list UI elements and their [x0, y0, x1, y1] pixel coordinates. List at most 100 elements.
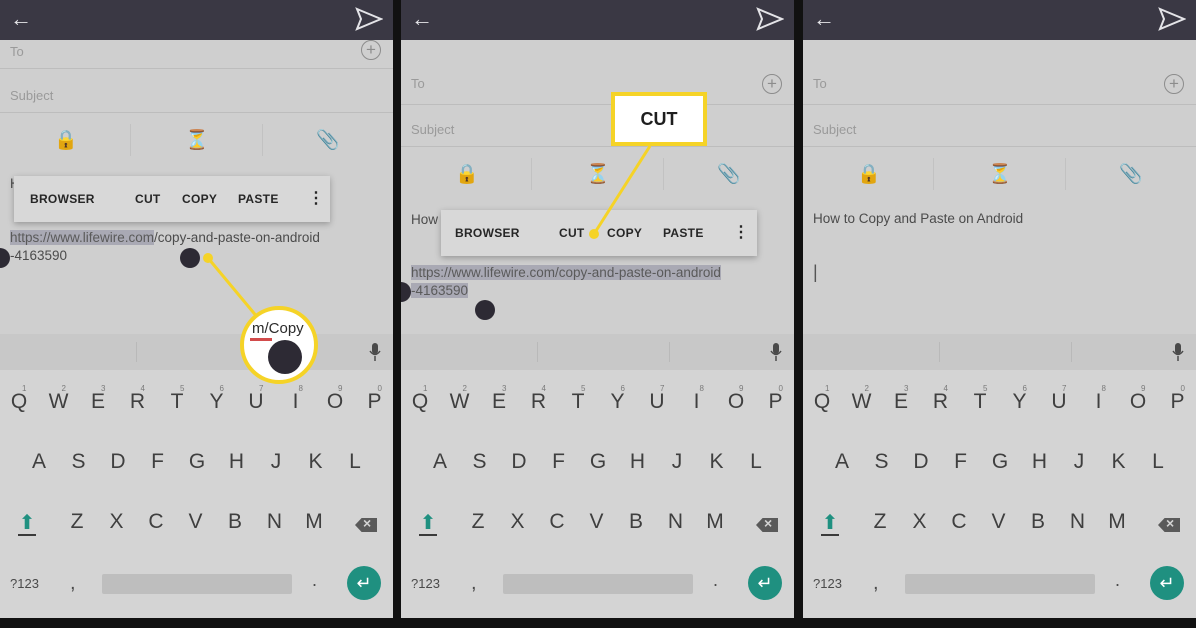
- key-i[interactable]: I8: [682, 384, 712, 414]
- key-w[interactable]: W2: [445, 384, 475, 414]
- key-r[interactable]: R4: [524, 384, 554, 414]
- shift-key-icon[interactable]: ⬆: [16, 510, 38, 536]
- more-options-icon[interactable]: ⋮: [733, 222, 749, 242]
- email-body-text[interactable]: How to Copy and Paste on Android: [813, 211, 1023, 226]
- key-g[interactable]: G: [985, 450, 1015, 474]
- shift-key-icon[interactable]: ⬆: [417, 510, 439, 536]
- comma-key[interactable]: ,: [70, 572, 76, 595]
- key-b[interactable]: B: [220, 510, 250, 534]
- space-bar[interactable]: [503, 574, 693, 594]
- key-o[interactable]: O9: [1123, 384, 1153, 414]
- key-k[interactable]: K: [1104, 450, 1134, 474]
- key-f[interactable]: F: [143, 450, 173, 474]
- selection-start-handle[interactable]: [0, 248, 10, 268]
- add-contact-icon[interactable]: +: [1164, 74, 1184, 94]
- selection-end-handle[interactable]: [180, 248, 200, 268]
- microphone-icon[interactable]: [369, 342, 381, 362]
- period-key[interactable]: .: [1115, 570, 1120, 591]
- key-a[interactable]: A: [24, 450, 54, 474]
- key-k[interactable]: K: [702, 450, 732, 474]
- key-q[interactable]: Q1: [4, 384, 34, 414]
- add-contact-icon[interactable]: +: [762, 74, 782, 94]
- period-key[interactable]: .: [312, 570, 317, 591]
- key-q[interactable]: Q1: [405, 384, 435, 414]
- key-m[interactable]: M: [299, 510, 329, 534]
- key-j[interactable]: J: [261, 450, 291, 474]
- key-t[interactable]: T5: [563, 384, 593, 414]
- key-f[interactable]: F: [946, 450, 976, 474]
- enter-key-icon[interactable]: ↵: [1150, 566, 1184, 600]
- key-n[interactable]: N: [1063, 510, 1093, 534]
- comma-key[interactable]: ,: [873, 572, 879, 595]
- key-o[interactable]: O9: [721, 384, 751, 414]
- key-l[interactable]: L: [741, 450, 771, 474]
- send-icon[interactable]: [355, 6, 383, 32]
- cut-menu-item[interactable]: CUT: [135, 192, 161, 206]
- key-c[interactable]: C: [141, 510, 171, 534]
- backspace-key-icon[interactable]: [1158, 518, 1180, 532]
- paste-menu-item[interactable]: PASTE: [238, 192, 279, 206]
- attachment-icon[interactable]: 📎: [316, 130, 340, 152]
- key-o[interactable]: O9: [320, 384, 350, 414]
- key-i[interactable]: I8: [281, 384, 311, 414]
- lock-icon[interactable]: 🔒: [857, 164, 881, 186]
- selection-start-handle[interactable]: [401, 282, 411, 302]
- key-u[interactable]: U7: [1044, 384, 1074, 414]
- period-key[interactable]: .: [713, 570, 718, 591]
- symbols-key[interactable]: ?123: [813, 576, 842, 591]
- more-options-icon[interactable]: ⋮: [308, 188, 324, 208]
- back-arrow-icon[interactable]: ←: [409, 6, 435, 32]
- key-y[interactable]: Y6: [1005, 384, 1035, 414]
- key-g[interactable]: G: [182, 450, 212, 474]
- microphone-icon[interactable]: [1172, 342, 1184, 362]
- key-q[interactable]: Q1: [807, 384, 837, 414]
- back-arrow-icon[interactable]: ←: [8, 6, 34, 32]
- key-t[interactable]: T5: [162, 384, 192, 414]
- hourglass-icon[interactable]: ⏳: [185, 130, 209, 152]
- attachment-icon[interactable]: 📎: [717, 164, 741, 186]
- key-p[interactable]: P0: [761, 384, 791, 414]
- send-icon[interactable]: [756, 6, 784, 32]
- symbols-key[interactable]: ?123: [411, 576, 440, 591]
- key-n[interactable]: N: [661, 510, 691, 534]
- key-u[interactable]: U7: [642, 384, 672, 414]
- key-l[interactable]: L: [340, 450, 370, 474]
- shift-key-icon[interactable]: ⬆: [819, 510, 841, 536]
- paste-menu-item[interactable]: PASTE: [663, 226, 704, 240]
- key-v[interactable]: V: [181, 510, 211, 534]
- key-x[interactable]: X: [102, 510, 132, 534]
- enter-key-icon[interactable]: ↵: [748, 566, 782, 600]
- key-u[interactable]: U7: [241, 384, 271, 414]
- send-icon[interactable]: [1158, 6, 1186, 32]
- key-b[interactable]: B: [621, 510, 651, 534]
- key-v[interactable]: V: [582, 510, 612, 534]
- copy-menu-item[interactable]: COPY: [182, 192, 217, 206]
- key-w[interactable]: W2: [847, 384, 877, 414]
- key-a[interactable]: A: [425, 450, 455, 474]
- key-c[interactable]: C: [944, 510, 974, 534]
- key-e[interactable]: E3: [886, 384, 916, 414]
- key-f[interactable]: F: [544, 450, 574, 474]
- key-s[interactable]: S: [465, 450, 495, 474]
- key-x[interactable]: X: [905, 510, 935, 534]
- key-g[interactable]: G: [583, 450, 613, 474]
- to-field[interactable]: To: [411, 76, 425, 91]
- to-field[interactable]: To: [813, 76, 827, 91]
- browser-menu-item[interactable]: BROWSER: [30, 192, 95, 206]
- comma-key[interactable]: ,: [471, 572, 477, 595]
- key-p[interactable]: P0: [1163, 384, 1193, 414]
- lock-icon[interactable]: 🔒: [455, 164, 479, 186]
- symbols-key[interactable]: ?123: [10, 576, 39, 591]
- attachment-icon[interactable]: 📎: [1119, 164, 1143, 186]
- key-n[interactable]: N: [260, 510, 290, 534]
- cut-menu-item[interactable]: CUT: [559, 226, 585, 240]
- key-e[interactable]: E3: [484, 384, 514, 414]
- key-d[interactable]: D: [103, 450, 133, 474]
- enter-key-icon[interactable]: ↵: [347, 566, 381, 600]
- key-z[interactable]: Z: [865, 510, 895, 534]
- space-bar[interactable]: [905, 574, 1095, 594]
- key-k[interactable]: K: [301, 450, 331, 474]
- back-arrow-icon[interactable]: ←: [811, 6, 837, 32]
- key-j[interactable]: J: [662, 450, 692, 474]
- key-a[interactable]: A: [827, 450, 857, 474]
